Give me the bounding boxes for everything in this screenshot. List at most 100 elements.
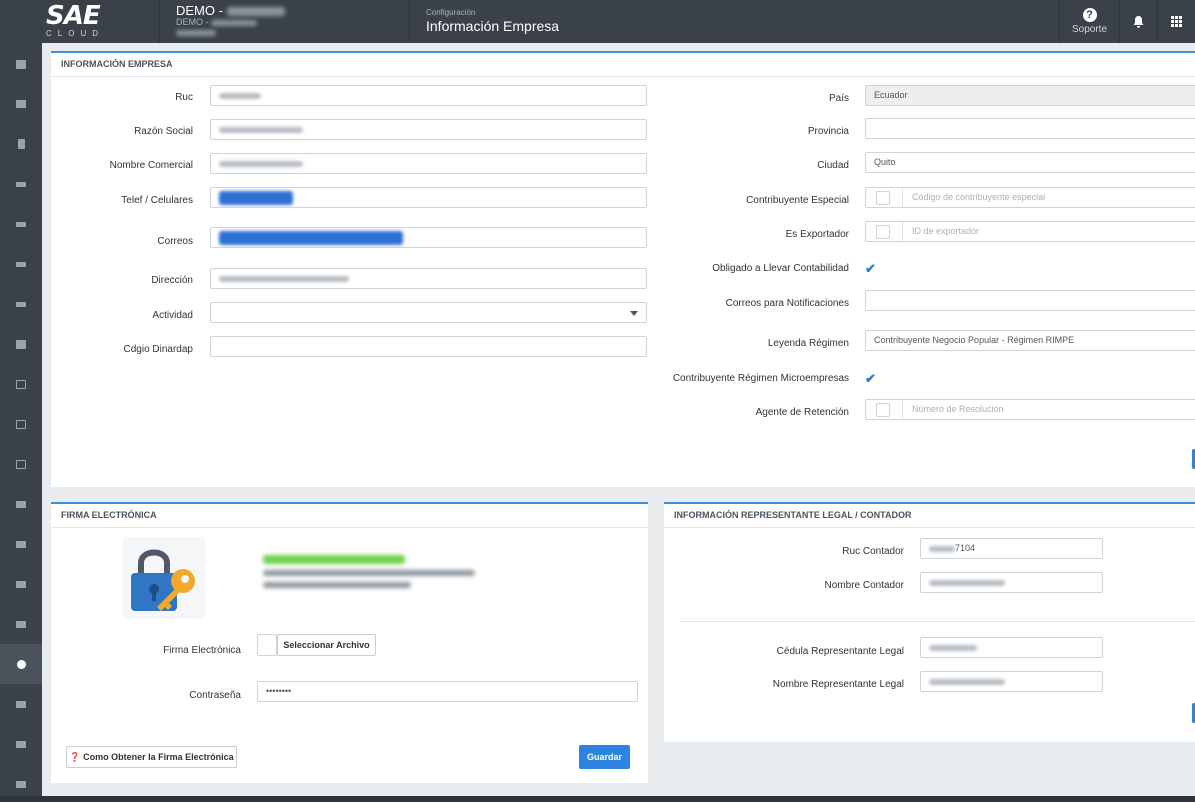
graduation-icon[interactable] — [0, 284, 42, 324]
exportador-input[interactable]: ID de exportador — [912, 222, 979, 241]
folder-icon[interactable] — [0, 404, 42, 444]
cedula-representante-label: Cédula Representante Legal — [776, 646, 904, 657]
apps-button[interactable] — [1157, 0, 1195, 43]
notifications-button[interactable] — [1119, 0, 1157, 43]
graduation-icon[interactable] — [0, 164, 42, 204]
obligado-contabilidad-checkbox[interactable]: ✔ — [865, 262, 876, 275]
folder-icon[interactable] — [0, 364, 42, 404]
cogs-icon[interactable] — [0, 644, 42, 684]
book-icon[interactable] — [0, 604, 42, 644]
page-title: Información Empresa — [426, 18, 560, 34]
telefono-label: Telef / Celulares — [121, 195, 193, 206]
chevron-down-icon — [630, 311, 638, 316]
question-icon: ? — [1082, 8, 1097, 22]
file-indicator — [257, 634, 277, 656]
cart-icon[interactable] — [0, 684, 42, 724]
leyenda-regimen-input[interactable]: Contribuyente Negocio Popular - Régimen … — [865, 330, 1195, 351]
actividad-label: Actividad — [152, 310, 193, 321]
correos-label: Correos — [157, 236, 193, 247]
password-input[interactable]: •••••••• — [257, 681, 638, 702]
pais-select[interactable]: Ecuador — [865, 85, 1195, 106]
company-name: DEMO - — [176, 3, 223, 18]
direccion-label: Dirección — [151, 275, 193, 286]
nombre-comercial-input[interactable] — [210, 153, 647, 174]
ruc-contador-input[interactable]: 7104 — [920, 538, 1103, 559]
company-selector[interactable]: DEMO - DEMO - — [160, 0, 410, 43]
help-firma-label: Como Obtener la Firma Electrónica — [83, 752, 234, 762]
users-icon[interactable] — [0, 524, 42, 564]
grid-icon — [1171, 16, 1182, 27]
cedula-representante-input[interactable] — [920, 637, 1103, 658]
contribuyente-especial-input[interactable]: Código de contribuyente especial — [912, 188, 1045, 207]
correos-notificaciones-input[interactable] — [865, 290, 1195, 311]
lock-key-icon — [123, 537, 205, 619]
agente-retencion-checkbox[interactable] — [876, 403, 890, 417]
divider — [680, 621, 1195, 622]
contribuyente-especial-label: Contribuyente Especial — [746, 195, 849, 206]
telefono-input[interactable] — [210, 187, 647, 208]
ruc-input[interactable] — [210, 85, 647, 106]
ruc-contador-value: 7104 — [955, 543, 976, 553]
save-button[interactable]: Guardar — [579, 745, 630, 769]
users-icon[interactable] — [0, 484, 42, 524]
certificate-expiry — [263, 582, 411, 589]
microempresas-label: Contribuyente Régimen Microempresas — [672, 373, 849, 384]
panel-title: INFORMACIÓN EMPRESA — [51, 53, 1195, 77]
company-subtitle: DEMO - — [176, 17, 209, 27]
dinardap-label: Cdgio Dinardap — [123, 344, 194, 355]
exportador-group: ID de exportador — [865, 221, 1195, 242]
password-label: Contraseña — [189, 690, 241, 701]
graduation-icon[interactable] — [0, 204, 42, 244]
id-card-icon[interactable] — [0, 444, 42, 484]
contribuyente-especial-checkbox[interactable] — [876, 191, 890, 205]
provincia-label: Provincia — [807, 126, 849, 137]
certificate-info — [263, 553, 475, 589]
nombre-representante-label: Nombre Representante Legal — [772, 679, 904, 690]
nombre-representante-input[interactable] — [920, 671, 1103, 692]
brand-logo[interactable]: SAE CLOUD — [0, 0, 160, 43]
actividad-select[interactable] — [210, 302, 647, 323]
dinardap-input[interactable] — [210, 336, 647, 357]
support-button[interactable]: ? Soporte — [1059, 0, 1119, 43]
logo-text: SAE — [46, 1, 101, 31]
panel-title: FIRMA ELECTRÓNICA — [51, 504, 648, 528]
exportador-checkbox[interactable] — [876, 225, 890, 239]
redacted-text — [211, 19, 258, 26]
direccion-input[interactable] — [210, 268, 647, 289]
ciudad-select[interactable]: Quito — [865, 152, 1195, 173]
empresa-panel: INFORMACIÓN EMPRESA Ruc Razón Social Nom… — [51, 51, 1195, 487]
book-icon[interactable] — [0, 564, 42, 604]
bank-icon[interactable] — [0, 324, 42, 364]
bottom-edge — [0, 796, 1195, 802]
resolucion-input[interactable]: Número de Resolución — [912, 400, 1004, 419]
razon-social-input[interactable] — [210, 119, 647, 140]
graduation-icon[interactable] — [0, 244, 42, 284]
correos-notificaciones-label: Correos para Notificaciones — [725, 298, 849, 309]
panel-title: INFORMACIÓN REPRESENTANTE LEGAL / CONTAD… — [664, 504, 1195, 528]
help-firma-button[interactable]: ❓ Como Obtener la Firma Electrónica — [66, 746, 237, 768]
microempresas-checkbox[interactable]: ✔ — [865, 372, 876, 385]
redacted-text — [176, 29, 216, 36]
leyenda-regimen-label: Leyenda Régimen — [767, 338, 849, 349]
select-file-button[interactable]: Seleccionar Archivo — [277, 634, 376, 656]
bell-icon — [1133, 15, 1144, 28]
book-icon[interactable] — [0, 124, 42, 164]
top-bar: SAE CLOUD DEMO - DEMO - Configuración In… — [0, 0, 1195, 43]
question-circle-icon: ❓ — [69, 752, 81, 762]
firma-electronica-label: Firma Electrónica — [163, 645, 241, 656]
certificate-status — [263, 554, 405, 564]
folder-icon[interactable] — [0, 724, 42, 764]
briefcase-icon[interactable] — [0, 44, 42, 84]
nombre-contador-label: Nombre Contador — [824, 580, 904, 591]
representante-panel: INFORMACIÓN REPRESENTANTE LEGAL / CONTAD… — [664, 502, 1195, 742]
razon-social-label: Razón Social — [134, 126, 193, 137]
breadcrumb: Configuración — [426, 8, 476, 17]
correos-input[interactable] — [210, 227, 647, 248]
nombre-contador-input[interactable] — [920, 572, 1103, 593]
provincia-select[interactable] — [865, 118, 1195, 139]
id-card-icon[interactable] — [0, 84, 42, 124]
firma-panel: FIRMA ELECTRÓNICA Firma Electrónica Sele… — [51, 502, 648, 783]
obligado-contabilidad-label: Obligado a Llevar Contabilidad — [712, 263, 849, 274]
exportador-label: Es Exportador — [785, 229, 849, 240]
nombre-comercial-label: Nombre Comercial — [109, 160, 193, 171]
